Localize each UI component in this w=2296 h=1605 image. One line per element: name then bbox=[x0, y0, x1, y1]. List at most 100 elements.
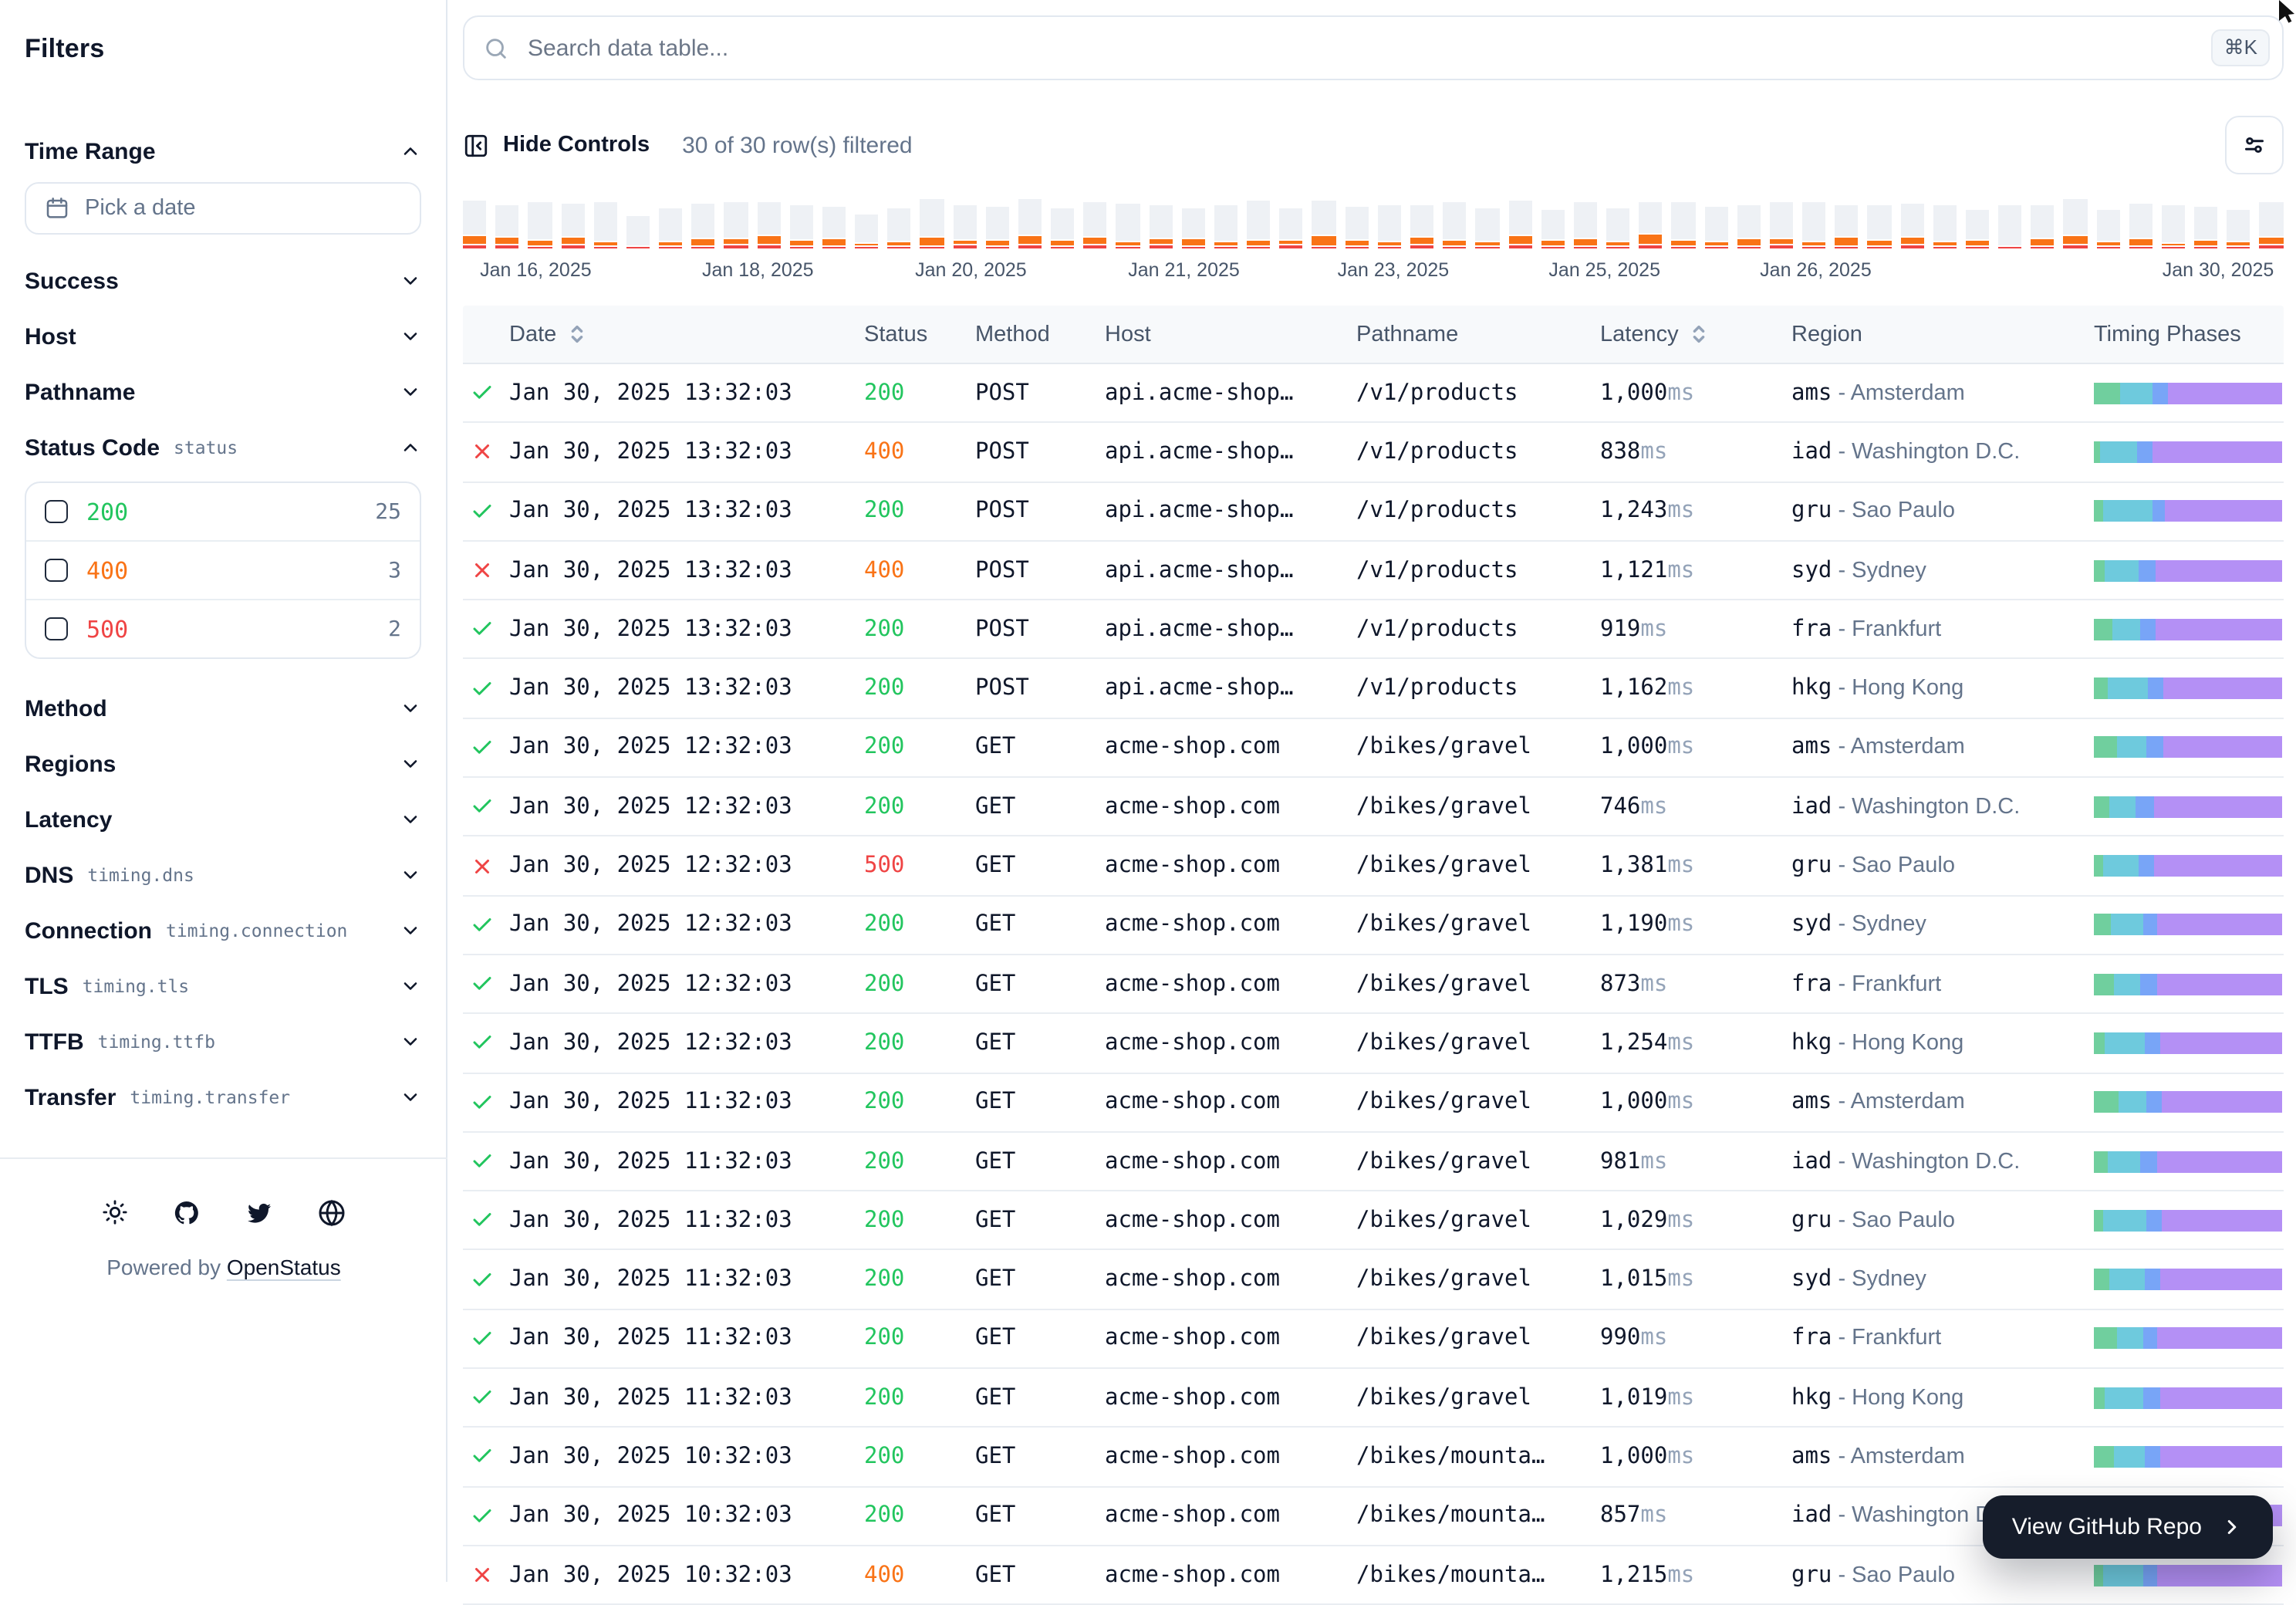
openstatus-link[interactable]: OpenStatus bbox=[227, 1255, 341, 1279]
table-row[interactable]: Jan 30, 2025 11:32:03200GETacme-shop.com… bbox=[463, 1369, 2284, 1428]
timeline-bar[interactable] bbox=[1476, 208, 1499, 248]
status-filter-option-500[interactable]: 5002 bbox=[26, 600, 420, 657]
filter-section-transfer[interactable]: Transfertiming.transfer bbox=[25, 1069, 421, 1125]
timeline-bar[interactable] bbox=[528, 202, 552, 248]
sort-icon[interactable] bbox=[567, 323, 586, 346]
filter-section-host[interactable]: Host bbox=[25, 309, 421, 364]
timeline-bar[interactable] bbox=[2129, 204, 2152, 248]
table-row[interactable]: Jan 30, 2025 11:32:03200GETacme-shop.com… bbox=[463, 1310, 2284, 1370]
filter-section-pathname[interactable]: Pathname bbox=[25, 364, 421, 420]
globe-icon[interactable] bbox=[318, 1199, 346, 1227]
table-row[interactable]: Jan 30, 2025 11:32:03200GETacme-shop.com… bbox=[463, 1251, 2284, 1310]
filter-section-success[interactable]: Success bbox=[25, 253, 421, 309]
table-row[interactable]: Jan 30, 2025 12:32:03500GETacme-shop.com… bbox=[463, 837, 2284, 897]
timeline-bar[interactable] bbox=[1933, 205, 1956, 248]
timeline-bar[interactable] bbox=[1770, 202, 1793, 248]
timeline-bar[interactable] bbox=[626, 216, 650, 248]
timeline-bar[interactable] bbox=[920, 199, 944, 248]
timeline-bar[interactable] bbox=[1737, 205, 1760, 248]
search-input[interactable] bbox=[525, 33, 2196, 63]
table-row[interactable]: Jan 30, 2025 11:32:03200GETacme-shop.com… bbox=[463, 1191, 2284, 1251]
filter-section-ttfb[interactable]: TTFBtiming.ttfb bbox=[25, 1014, 421, 1069]
timeline-bar[interactable] bbox=[463, 201, 486, 248]
timeline-bar[interactable] bbox=[1280, 208, 1303, 248]
column-header-date[interactable]: Date bbox=[509, 322, 864, 346]
table-row[interactable]: Jan 30, 2025 13:32:03200POSTapi.acme-sho… bbox=[463, 482, 2284, 542]
view-github-repo-button[interactable]: View GitHub Repo bbox=[1983, 1495, 2273, 1559]
table-row[interactable]: Jan 30, 2025 12:32:03200GETacme-shop.com… bbox=[463, 1015, 2284, 1074]
timeline-bar[interactable] bbox=[691, 204, 714, 248]
column-header-latency[interactable]: Latency bbox=[1600, 322, 1791, 346]
filter-section-tls[interactable]: TLStiming.tls bbox=[25, 958, 421, 1014]
column-header-region[interactable]: Region bbox=[1791, 322, 2094, 346]
timeline-bar[interactable] bbox=[1802, 202, 1825, 248]
hide-controls-button[interactable]: Hide Controls bbox=[463, 132, 650, 158]
timeline-bar[interactable] bbox=[1084, 202, 1107, 248]
table-row[interactable]: Jan 30, 2025 12:32:03200GETacme-shop.com… bbox=[463, 719, 2284, 779]
timeline-bar[interactable] bbox=[1018, 199, 1042, 248]
timeline-bar[interactable] bbox=[1900, 204, 1923, 248]
timeline-bar[interactable] bbox=[1149, 205, 1172, 248]
twitter-icon[interactable] bbox=[245, 1199, 273, 1227]
table-row[interactable]: Jan 30, 2025 13:32:03400POSTapi.acme-sho… bbox=[463, 542, 2284, 601]
filter-section-dns[interactable]: DNStiming.dns bbox=[25, 847, 421, 903]
timeline-bar[interactable] bbox=[1345, 207, 1368, 248]
column-header-host[interactable]: Host bbox=[1105, 322, 1356, 346]
table-row[interactable]: Jan 30, 2025 12:32:03200GETacme-shop.com… bbox=[463, 955, 2284, 1015]
timeline-bar[interactable] bbox=[1966, 210, 1989, 248]
table-row[interactable]: Jan 30, 2025 12:32:03200GETacme-shop.com… bbox=[463, 896, 2284, 955]
timeline-bar[interactable] bbox=[1835, 205, 1858, 248]
sort-icon[interactable] bbox=[1690, 323, 1708, 346]
timeline-bar[interactable] bbox=[789, 205, 812, 248]
timeline-bar[interactable] bbox=[1378, 205, 1401, 248]
filter-section-connection[interactable]: Connectiontiming.connection bbox=[25, 903, 421, 958]
checkbox[interactable] bbox=[45, 559, 68, 582]
timeline-bar[interactable] bbox=[1672, 202, 1695, 248]
timeline-bar[interactable] bbox=[495, 205, 518, 248]
checkbox[interactable] bbox=[45, 617, 68, 640]
checkbox[interactable] bbox=[45, 500, 68, 523]
timeline-bar[interactable] bbox=[1051, 208, 1074, 248]
timeline-bar[interactable] bbox=[2064, 199, 2087, 248]
timeline-bar[interactable] bbox=[724, 202, 748, 248]
timeline-bar[interactable] bbox=[1508, 201, 1531, 248]
column-header-status[interactable]: Status bbox=[864, 322, 975, 346]
timeline-bar[interactable] bbox=[2194, 207, 2217, 248]
theme-toggle-sun-icon[interactable] bbox=[102, 1199, 128, 1227]
table-row[interactable]: Jan 30, 2025 11:32:03200GETacme-shop.com… bbox=[463, 1073, 2284, 1133]
timeline-bar[interactable] bbox=[757, 202, 780, 248]
table-row[interactable]: Jan 30, 2025 13:32:03400POSTapi.acme-sho… bbox=[463, 424, 2284, 483]
timeline-bar[interactable] bbox=[1868, 205, 1891, 248]
table-row[interactable]: Jan 30, 2025 13:32:03200POSTapi.acme-sho… bbox=[463, 660, 2284, 719]
table-row[interactable]: Jan 30, 2025 11:32:03200GETacme-shop.com… bbox=[463, 1133, 2284, 1192]
timeline-bar[interactable] bbox=[953, 205, 976, 248]
timeline-bar[interactable] bbox=[1574, 202, 1597, 248]
github-icon[interactable] bbox=[173, 1199, 201, 1227]
timeline-bar[interactable] bbox=[593, 202, 616, 248]
column-header-pathname[interactable]: Pathname bbox=[1356, 322, 1600, 346]
timeline-bar[interactable] bbox=[1214, 205, 1237, 248]
filter-section-time-range[interactable]: Time Range bbox=[25, 123, 421, 179]
status-filter-option-400[interactable]: 4003 bbox=[26, 542, 420, 600]
date-picker-button[interactable]: Pick a date bbox=[25, 182, 421, 235]
filter-section-method[interactable]: Method bbox=[25, 681, 421, 736]
timeline-bar[interactable] bbox=[2227, 210, 2250, 248]
filter-section-status-code[interactable]: Status Code status bbox=[25, 420, 421, 475]
table-row[interactable]: Jan 30, 2025 12:32:03200GETacme-shop.com… bbox=[463, 778, 2284, 837]
timeline-bar[interactable] bbox=[887, 208, 910, 248]
timeline-bar[interactable] bbox=[1443, 202, 1466, 248]
column-header-method[interactable]: Method bbox=[975, 322, 1105, 346]
table-row[interactable]: Jan 30, 2025 13:32:03200POSTapi.acme-sho… bbox=[463, 364, 2284, 424]
timeline-bar[interactable] bbox=[1247, 201, 1270, 248]
timeline-bar[interactable] bbox=[1182, 208, 1205, 248]
timeline-bar[interactable] bbox=[2162, 205, 2185, 248]
table-row[interactable]: Jan 30, 2025 10:32:03200GETacme-shop.com… bbox=[463, 1428, 2284, 1488]
timeline-bar[interactable] bbox=[822, 207, 846, 248]
timeline-bar[interactable] bbox=[1704, 207, 1727, 248]
timeline-bar[interactable] bbox=[855, 215, 878, 248]
filter-section-regions[interactable]: Regions bbox=[25, 736, 421, 792]
timeline-bar[interactable] bbox=[1606, 208, 1629, 248]
column-header-timing-phases[interactable]: Timing Phases bbox=[2094, 322, 2284, 346]
status-filter-option-200[interactable]: 20025 bbox=[26, 483, 420, 542]
timeline-bar[interactable] bbox=[1410, 205, 1433, 248]
